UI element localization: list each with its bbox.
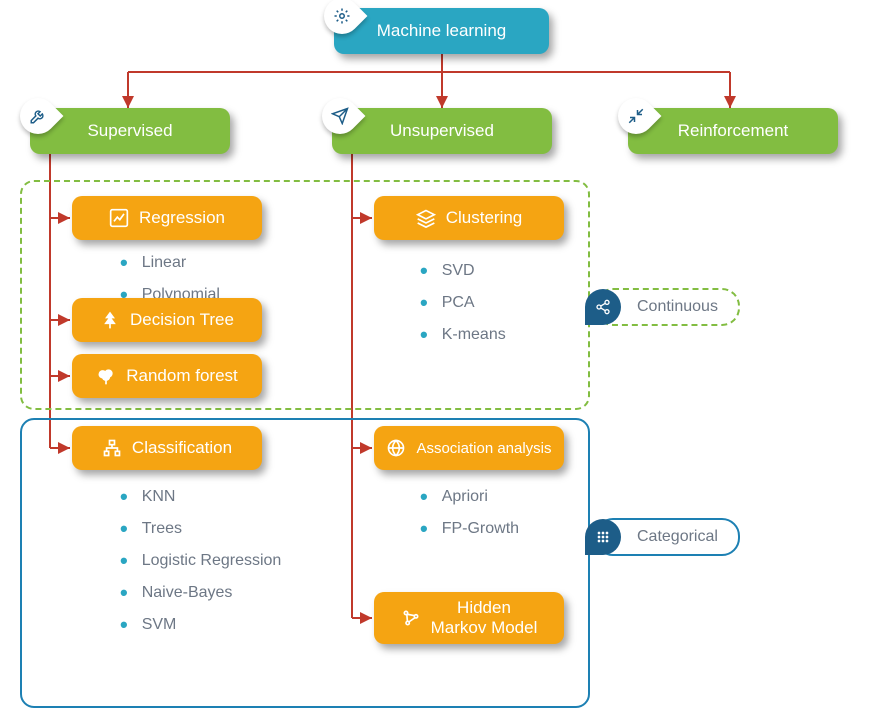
reinforcement-label: Reinforcement bbox=[678, 121, 789, 141]
categorical-label: Categorical bbox=[595, 518, 740, 556]
list-item: Trees bbox=[120, 516, 281, 542]
list-item: FP-Growth bbox=[420, 516, 519, 542]
decision-tree-node: Decision Tree bbox=[72, 298, 262, 342]
clustering-node: Clustering bbox=[374, 196, 564, 240]
decision-tree-label: Decision Tree bbox=[130, 310, 234, 330]
classification-label: Classification bbox=[132, 438, 232, 458]
classification-items: KNN Trees Logistic Regression Naive-Baye… bbox=[120, 478, 281, 644]
list-item: Naive-Bayes bbox=[120, 580, 281, 606]
chart-up-icon bbox=[109, 208, 129, 228]
layers-icon bbox=[416, 208, 436, 228]
share-icon bbox=[585, 289, 621, 325]
list-item: Apriori bbox=[420, 484, 519, 510]
root-label: Machine learning bbox=[377, 21, 506, 41]
association-items: Apriori FP-Growth bbox=[420, 478, 519, 548]
clustering-items: SVD PCA K-means bbox=[420, 252, 506, 354]
clustering-label: Clustering bbox=[446, 208, 523, 228]
list-item: SVM bbox=[120, 612, 281, 638]
gear-icon bbox=[317, 0, 368, 41]
classification-node: Classification bbox=[72, 426, 262, 470]
random-forest-node: Random forest bbox=[72, 354, 262, 398]
list-item: K-means bbox=[420, 322, 506, 348]
grid-icon bbox=[585, 519, 621, 555]
list-item: Logistic Regression bbox=[120, 548, 281, 574]
hmm-label: Hidden Markov Model bbox=[431, 598, 538, 639]
list-item: Linear bbox=[120, 250, 220, 276]
unsupervised-node: Unsupervised bbox=[332, 108, 552, 154]
hmm-node: Hidden Markov Model bbox=[374, 592, 564, 644]
regression-label: Regression bbox=[139, 208, 225, 228]
send-icon bbox=[315, 91, 366, 142]
supervised-node: Supervised bbox=[30, 108, 230, 154]
association-node: Association analysis bbox=[374, 426, 564, 470]
supervised-label: Supervised bbox=[87, 121, 172, 141]
continuous-text: Continuous bbox=[637, 298, 718, 316]
categorical-text: Categorical bbox=[637, 528, 718, 546]
list-item: KNN bbox=[120, 484, 281, 510]
regression-node: Regression bbox=[72, 196, 262, 240]
association-label: Association analysis bbox=[416, 440, 551, 457]
reinforcement-node: Reinforcement bbox=[628, 108, 838, 154]
cloud-tree-icon bbox=[96, 366, 116, 386]
list-item: SVD bbox=[420, 258, 506, 284]
unsupervised-label: Unsupervised bbox=[390, 121, 494, 141]
compress-icon bbox=[611, 91, 662, 142]
globe-icon bbox=[386, 438, 406, 458]
root-node-machine-learning: Machine learning bbox=[334, 8, 549, 54]
list-item: PCA bbox=[420, 290, 506, 316]
hierarchy-icon bbox=[102, 438, 122, 458]
continuous-label: Continuous bbox=[595, 288, 740, 326]
tree-icon bbox=[100, 310, 120, 330]
random-forest-label: Random forest bbox=[126, 366, 238, 386]
network-icon bbox=[401, 608, 421, 628]
wrench-icon bbox=[13, 91, 64, 142]
